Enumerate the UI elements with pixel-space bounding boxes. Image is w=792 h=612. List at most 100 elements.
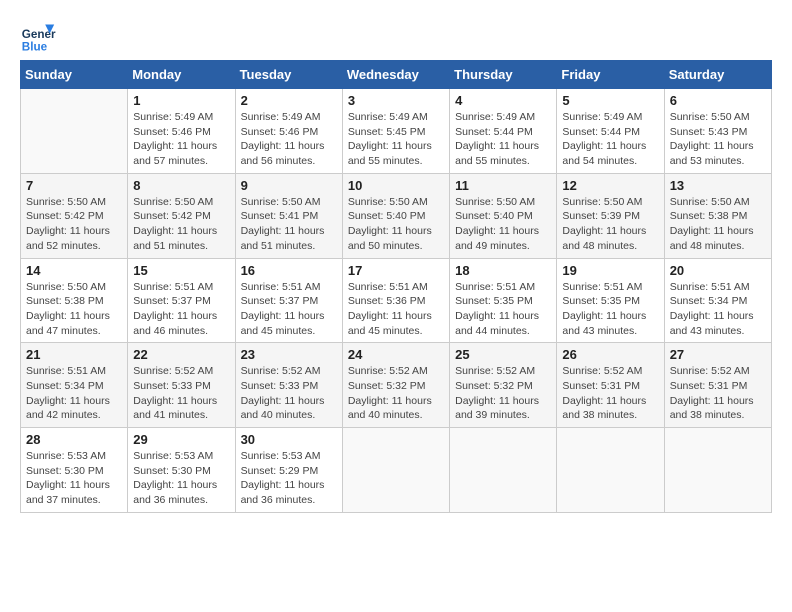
day-info: Sunrise: 5:51 AM Sunset: 5:34 PM Dayligh… bbox=[670, 280, 766, 339]
day-number: 1 bbox=[133, 93, 229, 108]
day-info: Sunrise: 5:51 AM Sunset: 5:37 PM Dayligh… bbox=[241, 280, 337, 339]
calendar-cell: 8Sunrise: 5:50 AM Sunset: 5:42 PM Daylig… bbox=[128, 173, 235, 258]
calendar-cell: 3 Sunrise: 5:49 AM Sunset: 5:45 PM Daylig… bbox=[342, 89, 449, 174]
day-number: 30 bbox=[241, 432, 337, 447]
logo-icon: General Blue bbox=[20, 20, 56, 56]
day-info: Sunrise: 5:50 AM Sunset: 5:42 PM Dayligh… bbox=[26, 195, 122, 254]
day-number: 8 bbox=[133, 178, 229, 193]
day-info: Sunrise: 5:50 AM Sunset: 5:40 PM Dayligh… bbox=[348, 195, 444, 254]
day-number: 10 bbox=[348, 178, 444, 193]
calendar-week-1: 1 Sunrise: 5:49 AM Sunset: 5:46 PM Daylig… bbox=[21, 89, 772, 174]
day-number: 17 bbox=[348, 263, 444, 278]
day-info: Sunrise: 5:50 AM Sunset: 5:38 PM Dayligh… bbox=[670, 195, 766, 254]
calendar-cell: 5 Sunrise: 5:49 AM Sunset: 5:44 PM Daylig… bbox=[557, 89, 664, 174]
day-info: Sunrise: 5:51 AM Sunset: 5:37 PM Dayligh… bbox=[133, 280, 229, 339]
day-info: Sunrise: 5:49 AM Sunset: 5:44 PM Dayligh… bbox=[562, 110, 658, 169]
day-number: 2 bbox=[241, 93, 337, 108]
day-number: 18 bbox=[455, 263, 551, 278]
calendar-cell: 30 Sunrise: 5:53 AM Sunset: 5:29 PM Dayli… bbox=[235, 428, 342, 513]
day-number: 3 bbox=[348, 93, 444, 108]
calendar-cell: 18 Sunrise: 5:51 AM Sunset: 5:35 PM Dayli… bbox=[450, 258, 557, 343]
day-number: 16 bbox=[241, 263, 337, 278]
day-number: 4 bbox=[455, 93, 551, 108]
calendar-cell: 12Sunrise: 5:50 AM Sunset: 5:39 PM Dayli… bbox=[557, 173, 664, 258]
day-number: 6 bbox=[670, 93, 766, 108]
calendar-cell: 7 Sunrise: 5:50 AM Sunset: 5:42 PM Daylig… bbox=[21, 173, 128, 258]
day-info: Sunrise: 5:50 AM Sunset: 5:41 PM Dayligh… bbox=[241, 195, 337, 254]
calendar-cell: 21 Sunrise: 5:51 AM Sunset: 5:34 PM Dayli… bbox=[21, 343, 128, 428]
day-number: 28 bbox=[26, 432, 122, 447]
calendar-cell: 19Sunrise: 5:51 AM Sunset: 5:35 PM Dayli… bbox=[557, 258, 664, 343]
day-number: 13 bbox=[670, 178, 766, 193]
day-info: Sunrise: 5:53 AM Sunset: 5:30 PM Dayligh… bbox=[26, 449, 122, 508]
calendar-table: SundayMondayTuesdayWednesdayThursdayFrid… bbox=[20, 60, 772, 513]
calendar-cell: 15 Sunrise: 5:51 AM Sunset: 5:37 PM Dayli… bbox=[128, 258, 235, 343]
weekday-header-row: SundayMondayTuesdayWednesdayThursdayFrid… bbox=[21, 61, 772, 89]
day-info: Sunrise: 5:51 AM Sunset: 5:35 PM Dayligh… bbox=[455, 280, 551, 339]
day-info: Sunrise: 5:49 AM Sunset: 5:44 PM Dayligh… bbox=[455, 110, 551, 169]
svg-text:Blue: Blue bbox=[22, 41, 48, 54]
weekday-header-wednesday: Wednesday bbox=[342, 61, 449, 89]
calendar-cell: 4 Sunrise: 5:49 AM Sunset: 5:44 PM Daylig… bbox=[450, 89, 557, 174]
calendar-cell: 13 Sunrise: 5:50 AM Sunset: 5:38 PM Dayli… bbox=[664, 173, 771, 258]
day-number: 24 bbox=[348, 347, 444, 362]
day-number: 19 bbox=[562, 263, 658, 278]
day-number: 21 bbox=[26, 347, 122, 362]
day-info: Sunrise: 5:52 AM Sunset: 5:31 PM Dayligh… bbox=[562, 364, 658, 423]
calendar-cell: 23 Sunrise: 5:52 AM Sunset: 5:33 PM Dayli… bbox=[235, 343, 342, 428]
calendar-cell: 17 Sunrise: 5:51 AM Sunset: 5:36 PM Dayli… bbox=[342, 258, 449, 343]
day-number: 9 bbox=[241, 178, 337, 193]
logo: General Blue bbox=[20, 20, 58, 56]
calendar-cell bbox=[557, 428, 664, 513]
calendar-cell bbox=[450, 428, 557, 513]
calendar-cell bbox=[342, 428, 449, 513]
day-info: Sunrise: 5:51 AM Sunset: 5:36 PM Dayligh… bbox=[348, 280, 444, 339]
day-number: 5 bbox=[562, 93, 658, 108]
calendar-cell bbox=[664, 428, 771, 513]
day-info: Sunrise: 5:52 AM Sunset: 5:33 PM Dayligh… bbox=[133, 364, 229, 423]
day-number: 20 bbox=[670, 263, 766, 278]
day-info: Sunrise: 5:53 AM Sunset: 5:30 PM Dayligh… bbox=[133, 449, 229, 508]
calendar-cell: 20 Sunrise: 5:51 AM Sunset: 5:34 PM Dayli… bbox=[664, 258, 771, 343]
calendar-cell: 14Sunrise: 5:50 AM Sunset: 5:38 PM Dayli… bbox=[21, 258, 128, 343]
calendar-cell: 1 Sunrise: 5:49 AM Sunset: 5:46 PM Daylig… bbox=[128, 89, 235, 174]
day-number: 11 bbox=[455, 178, 551, 193]
day-number: 26 bbox=[562, 347, 658, 362]
calendar-week-4: 21 Sunrise: 5:51 AM Sunset: 5:34 PM Dayli… bbox=[21, 343, 772, 428]
weekday-header-sunday: Sunday bbox=[21, 61, 128, 89]
day-info: Sunrise: 5:49 AM Sunset: 5:45 PM Dayligh… bbox=[348, 110, 444, 169]
calendar-week-3: 14Sunrise: 5:50 AM Sunset: 5:38 PM Dayli… bbox=[21, 258, 772, 343]
day-number: 22 bbox=[133, 347, 229, 362]
day-info: Sunrise: 5:52 AM Sunset: 5:32 PM Dayligh… bbox=[455, 364, 551, 423]
calendar-cell: 9 Sunrise: 5:50 AM Sunset: 5:41 PM Daylig… bbox=[235, 173, 342, 258]
page-header: General Blue bbox=[20, 20, 772, 56]
day-number: 23 bbox=[241, 347, 337, 362]
calendar-cell: 29 Sunrise: 5:53 AM Sunset: 5:30 PM Dayli… bbox=[128, 428, 235, 513]
calendar-cell: 6 Sunrise: 5:50 AM Sunset: 5:43 PM Daylig… bbox=[664, 89, 771, 174]
day-number: 27 bbox=[670, 347, 766, 362]
day-info: Sunrise: 5:52 AM Sunset: 5:32 PM Dayligh… bbox=[348, 364, 444, 423]
day-info: Sunrise: 5:53 AM Sunset: 5:29 PM Dayligh… bbox=[241, 449, 337, 508]
day-info: Sunrise: 5:49 AM Sunset: 5:46 PM Dayligh… bbox=[133, 110, 229, 169]
calendar-cell: 11Sunrise: 5:50 AM Sunset: 5:40 PM Dayli… bbox=[450, 173, 557, 258]
weekday-header-friday: Friday bbox=[557, 61, 664, 89]
day-info: Sunrise: 5:52 AM Sunset: 5:33 PM Dayligh… bbox=[241, 364, 337, 423]
calendar-cell: 24 Sunrise: 5:52 AM Sunset: 5:32 PM Dayli… bbox=[342, 343, 449, 428]
day-number: 14 bbox=[26, 263, 122, 278]
day-info: Sunrise: 5:52 AM Sunset: 5:31 PM Dayligh… bbox=[670, 364, 766, 423]
day-number: 7 bbox=[26, 178, 122, 193]
day-number: 29 bbox=[133, 432, 229, 447]
calendar-week-5: 28 Sunrise: 5:53 AM Sunset: 5:30 PM Dayli… bbox=[21, 428, 772, 513]
weekday-header-monday: Monday bbox=[128, 61, 235, 89]
calendar-week-2: 7 Sunrise: 5:50 AM Sunset: 5:42 PM Daylig… bbox=[21, 173, 772, 258]
day-info: Sunrise: 5:51 AM Sunset: 5:34 PM Dayligh… bbox=[26, 364, 122, 423]
day-info: Sunrise: 5:50 AM Sunset: 5:43 PM Dayligh… bbox=[670, 110, 766, 169]
calendar-cell: 27 Sunrise: 5:52 AM Sunset: 5:31 PM Dayli… bbox=[664, 343, 771, 428]
day-number: 12 bbox=[562, 178, 658, 193]
calendar-cell: 22 Sunrise: 5:52 AM Sunset: 5:33 PM Dayli… bbox=[128, 343, 235, 428]
calendar-cell: 16 Sunrise: 5:51 AM Sunset: 5:37 PM Dayli… bbox=[235, 258, 342, 343]
calendar-cell: 25Sunrise: 5:52 AM Sunset: 5:32 PM Dayli… bbox=[450, 343, 557, 428]
day-number: 15 bbox=[133, 263, 229, 278]
calendar-cell: 2 Sunrise: 5:49 AM Sunset: 5:46 PM Daylig… bbox=[235, 89, 342, 174]
day-info: Sunrise: 5:49 AM Sunset: 5:46 PM Dayligh… bbox=[241, 110, 337, 169]
